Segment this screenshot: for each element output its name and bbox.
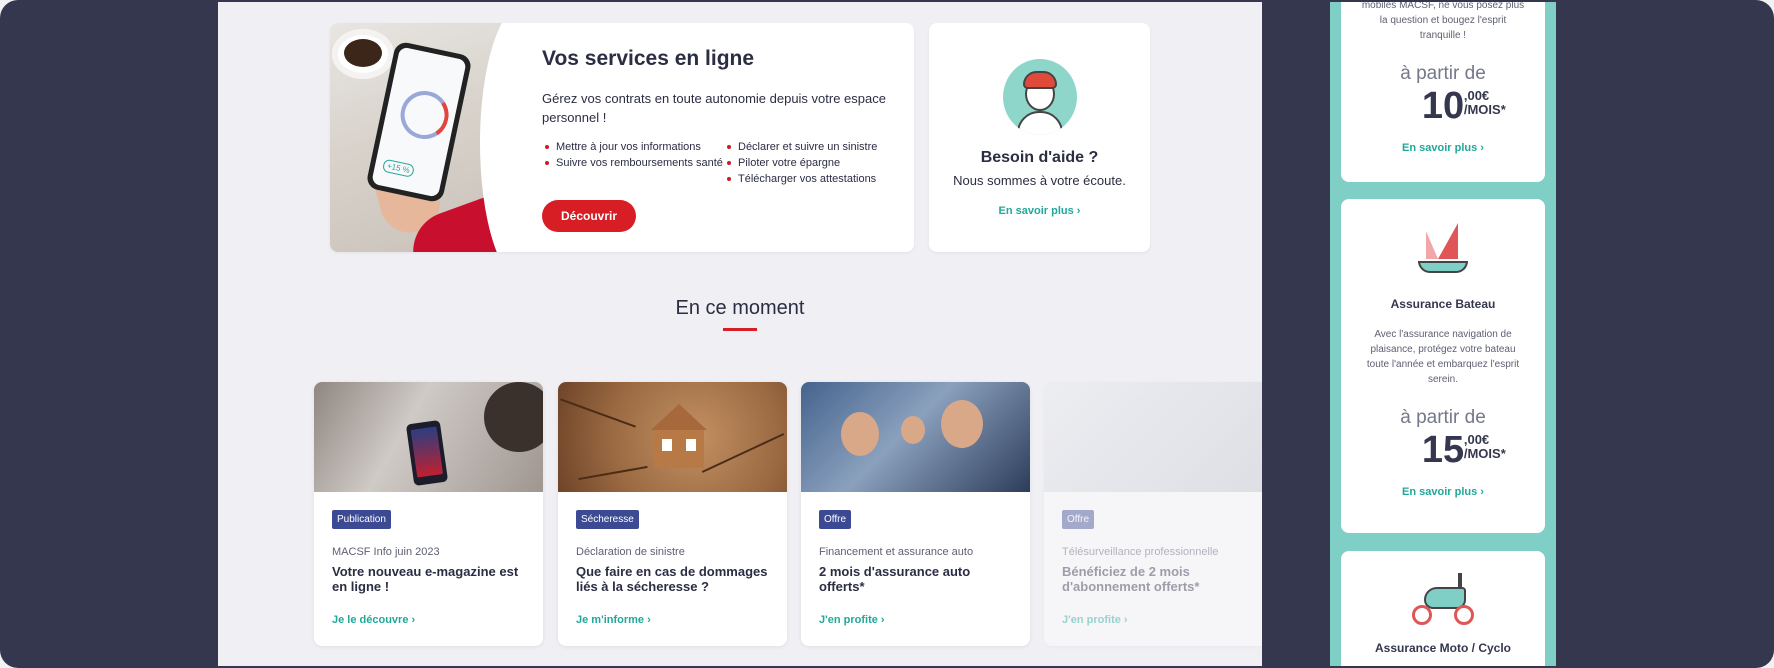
- services-list-item: Piloter votre épargne: [724, 155, 877, 171]
- news-title: Bénéficiez de 2 mois d'abonnement offert…: [1062, 564, 1200, 594]
- scooter-icon: [1408, 573, 1478, 627]
- news-title: Votre nouveau e-magazine est en ligne !: [332, 564, 519, 594]
- offer-card-boat: Assurance Bateau Avec l'assurance naviga…: [1341, 199, 1545, 533]
- offer-from-label: à partir de: [1400, 407, 1486, 428]
- services-title: Vos services en ligne: [542, 47, 755, 70]
- news-card[interactable]: Sécheresse Déclaration de sinistre Que f…: [558, 382, 787, 646]
- news-image-magazine: [314, 382, 543, 492]
- device-frame: Vos services en ligne Gérez vos contrats…: [0, 0, 1774, 668]
- discover-button[interactable]: Découvrir: [542, 200, 637, 232]
- news-badge: Offre: [819, 510, 852, 529]
- online-services-card: Vos services en ligne Gérez vos contrats…: [330, 23, 914, 252]
- news-badge: Offre: [1062, 510, 1095, 529]
- news-category: MACSF Info juin 2023: [332, 546, 440, 558]
- offer-learn-more-link[interactable]: En savoir plus ›: [1402, 486, 1484, 498]
- services-list-left: Mettre à jour vos informations Suivre vo…: [542, 139, 724, 187]
- offer-description: Avec l'assurance navigation de plaisance…: [1366, 329, 1520, 385]
- news-title: 2 mois d'assurance auto offerts*: [819, 564, 971, 594]
- main-page: Vos services en ligne Gérez vos contrats…: [218, 2, 1262, 666]
- offer-card-moto: Assurance Moto / Cyclo: [1341, 551, 1545, 666]
- services-list-item: Mettre à jour vos informations: [542, 139, 724, 155]
- news-link[interactable]: J'en profite ›: [819, 614, 885, 626]
- news-badge: Sécheresse: [576, 510, 639, 529]
- help-learn-more-link[interactable]: En savoir plus ›: [999, 205, 1081, 217]
- news-link[interactable]: J'en profite ›: [1062, 614, 1128, 626]
- news-image-office: [1044, 382, 1262, 492]
- news-image-drought: [558, 382, 787, 492]
- section-title: En ce moment: [675, 297, 805, 319]
- news-link[interactable]: Je m'informe ›: [576, 614, 651, 626]
- boat-icon: [1416, 221, 1470, 281]
- news-category: Déclaration de sinistre: [576, 546, 685, 558]
- offer-learn-more-link[interactable]: En savoir plus ›: [1402, 142, 1484, 154]
- offer-from-label: à partir de: [1400, 63, 1486, 84]
- offer-card-mobile: mobiles MACSF, ne vous posez plus la que…: [1341, 2, 1545, 182]
- services-description: Gérez vos contrats en toute autonomie de…: [542, 91, 886, 125]
- offer-description: mobiles MACSF, ne vous posez plus la que…: [1361, 2, 1525, 41]
- news-link[interactable]: Je le découvre ›: [332, 614, 415, 626]
- news-title: Que faire en cas de dommages liés à la s…: [576, 564, 768, 594]
- support-avatar-icon: [1002, 59, 1077, 135]
- news-category: Financement et assurance auto: [819, 546, 974, 558]
- news-card[interactable]: Offre Financement et assurance auto 2 mo…: [801, 382, 1030, 646]
- smartphone-photo: [330, 23, 530, 252]
- services-list-item: Télécharger vos attestations: [724, 171, 877, 187]
- news-card[interactable]: Publication MACSF Info juin 2023 Votre n…: [314, 382, 543, 646]
- help-text: Nous sommes à votre écoute.: [953, 173, 1126, 188]
- offer-title: Assurance Moto / Cyclo: [1374, 641, 1512, 655]
- news-category: Télésurveillance professionnelle: [1062, 546, 1219, 558]
- services-list-item: Suivre vos remboursements santé: [542, 155, 724, 171]
- offer-price: 10 ,00€/MOIS*: [1421, 85, 1506, 127]
- help-title: Besoin d'aide ?: [980, 149, 1099, 166]
- section-underline: [723, 328, 757, 331]
- offer-price: 15 ,00€/MOIS*: [1421, 429, 1506, 471]
- offer-title: Assurance Bateau: [1390, 297, 1496, 311]
- coffee-mug-image: [332, 29, 394, 79]
- help-card: Besoin d'aide ? Nous sommes à votre écou…: [929, 23, 1150, 252]
- services-list-item: Déclarer et suivre un sinistre: [724, 139, 877, 155]
- services-list-right: Déclarer et suivre un sinistre Piloter v…: [724, 139, 877, 187]
- side-offers-column: mobiles MACSF, ne vous posez plus la que…: [1330, 2, 1556, 666]
- news-card[interactable]: Offre Télésurveillance professionnelle B…: [1044, 382, 1262, 646]
- news-badge: Publication: [332, 510, 391, 529]
- news-image-car: [801, 382, 1030, 492]
